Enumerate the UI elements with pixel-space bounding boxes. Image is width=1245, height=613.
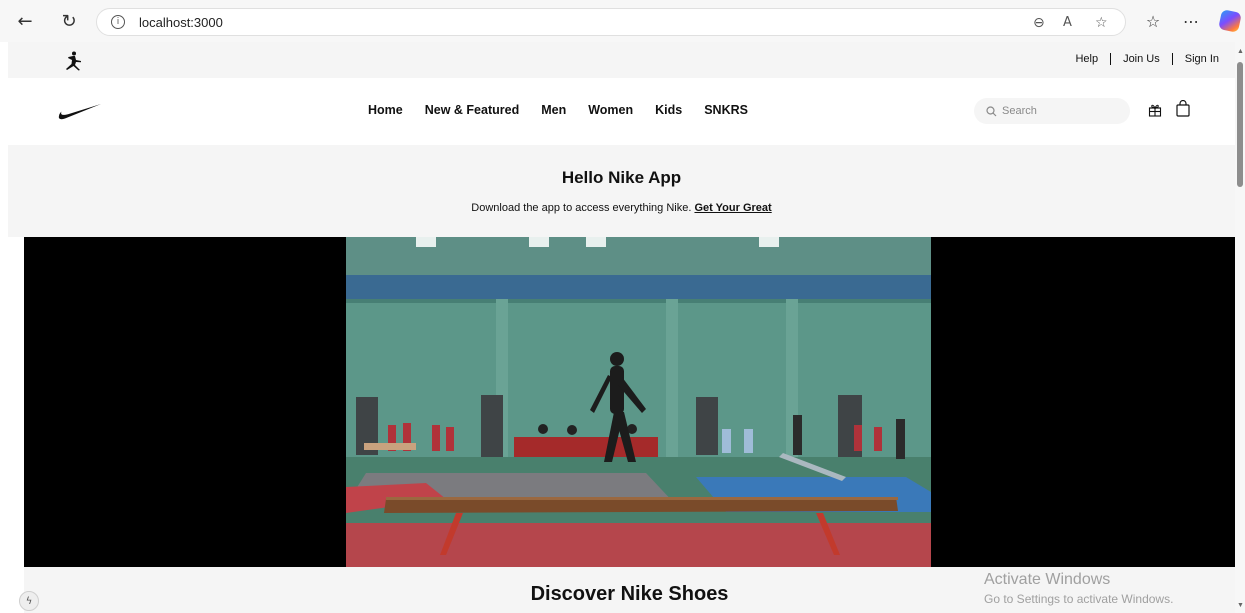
- dev-tools-icon[interactable]: ϟ: [19, 591, 39, 611]
- main-nav: Home New & Featured Men Women Kids SNKRS: [368, 103, 748, 117]
- zoom-out-icon[interactable]: ⊖: [1033, 15, 1045, 31]
- copilot-icon[interactable]: [1218, 9, 1242, 33]
- promo-link[interactable]: Get Your Great: [694, 202, 771, 214]
- favorites-list-icon[interactable]: ☆: [1140, 8, 1166, 34]
- nav-item-men[interactable]: Men: [541, 103, 566, 117]
- sign-in-link[interactable]: Sign In: [1185, 53, 1219, 65]
- favorite-star-icon[interactable]: ☆: [1095, 15, 1108, 31]
- jordan-logo-icon[interactable]: [62, 51, 84, 71]
- divider: [1171, 53, 1173, 65]
- scrollbar-thumb[interactable]: [1237, 62, 1243, 187]
- search-input[interactable]: Search: [974, 98, 1130, 124]
- nav-item-home[interactable]: Home: [368, 103, 403, 117]
- join-us-link[interactable]: Join Us: [1123, 53, 1160, 65]
- hero-video[interactable]: [24, 237, 1235, 567]
- divider: [1110, 53, 1112, 65]
- page-scrollbar[interactable]: ▲ ▼: [1235, 42, 1245, 613]
- site-info-icon[interactable]: i: [111, 15, 125, 29]
- bag-icon[interactable]: [1176, 100, 1190, 117]
- read-aloud-icon[interactable]: A: [1063, 15, 1072, 30]
- gift-icon[interactable]: [1148, 103, 1162, 117]
- watermark-subtitle: Go to Settings to activate Windows.: [984, 592, 1174, 606]
- search-icon: [986, 105, 997, 116]
- more-menu-icon[interactable]: ⋯: [1178, 8, 1204, 34]
- gymnastics-video-frame: [346, 237, 931, 567]
- search-placeholder: Search: [1002, 105, 1037, 117]
- nav-item-snkrs[interactable]: SNKRS: [704, 103, 748, 117]
- promo-text: Download the app to access everything Ni…: [471, 202, 692, 214]
- browser-toolbar: ← ↻ i localhost:3000 ⊖ A ☆ ☆ ⋯: [0, 0, 1245, 42]
- address-bar[interactable]: i localhost:3000 ⊖ A ☆: [96, 8, 1126, 36]
- refresh-icon[interactable]: ↻: [56, 8, 82, 34]
- back-arrow-icon[interactable]: ←: [12, 8, 38, 34]
- utility-links: Help Join Us Sign In: [1075, 53, 1219, 65]
- nav-item-kids[interactable]: Kids: [655, 103, 682, 117]
- utility-bar: Help Join Us Sign In: [8, 42, 1235, 78]
- scroll-down-icon[interactable]: ▼: [1237, 602, 1244, 609]
- main-header: Home New & Featured Men Women Kids SNKRS…: [8, 78, 1235, 145]
- promo-banner: Hello Nike App Download the app to acces…: [8, 145, 1235, 237]
- nav-item-women[interactable]: Women: [588, 103, 633, 117]
- help-link[interactable]: Help: [1075, 53, 1098, 65]
- scroll-up-icon[interactable]: ▲: [1237, 48, 1244, 55]
- promo-title: Hello Nike App: [561, 168, 682, 187]
- url-text: localhost:3000: [139, 14, 223, 30]
- watermark-title: Activate Windows: [984, 571, 1111, 588]
- nav-item-new-featured[interactable]: New & Featured: [425, 103, 519, 117]
- nike-swoosh-icon[interactable]: [58, 102, 102, 120]
- page-viewport: Help Join Us Sign In Home New & Featured…: [8, 42, 1235, 613]
- promo-text-row: Download the app to access everything Ni…: [8, 202, 1235, 214]
- windows-activation-watermark: Activate Windows Go to Settings to activ…: [984, 571, 1173, 606]
